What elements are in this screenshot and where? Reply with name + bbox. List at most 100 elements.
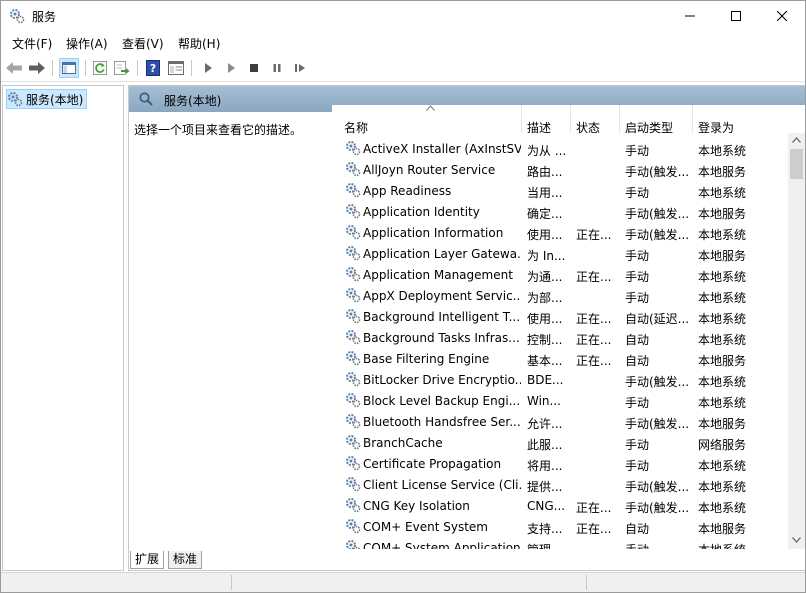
scrollbar-thumb[interactable] [790, 149, 803, 179]
service-startup-type: 自动 [625, 333, 650, 347]
stop-service-button[interactable] [244, 58, 264, 78]
services-window: 服务 文件(F) 操作(A) 查看(V) 帮助(H) ? 服务(本地) 服务(本… [0, 0, 806, 593]
arrow-left-icon [6, 62, 22, 74]
export-list-button[interactable] [112, 58, 132, 78]
service-gear-icon [345, 287, 361, 306]
menu-help[interactable]: 帮助(H) [176, 35, 222, 52]
service-row[interactable]: Background Tasks Infras... 控制... 正在... 自动 本地… [332, 327, 788, 348]
service-row[interactable]: Application Management 为通... 正在... 手动 本地系统 [332, 264, 788, 285]
service-row[interactable]: Client License Service (Cli... 提供... 手动(触发… [332, 474, 788, 495]
services-list: 名称 描述 状态 启动类型 登录为 ActiveX Installer (AxI… [332, 105, 805, 549]
status-bar [1, 572, 805, 592]
service-description-cell: 支持... [527, 522, 563, 536]
service-name: CNG Key Isolation [363, 499, 470, 513]
service-log-on-as: 本地系统 [698, 291, 747, 305]
service-startup-type: 手动 [625, 249, 650, 263]
service-row[interactable]: COM+ System Application 管理... 手动本地系统 [332, 537, 788, 549]
gears-icon [8, 92, 23, 107]
forward-button[interactable] [27, 58, 47, 78]
help-button[interactable]: ? [143, 58, 163, 78]
column-status[interactable]: 状态 [570, 105, 620, 135]
play-outline-icon [228, 63, 235, 73]
tree-node-services-local[interactable]: 服务(本地) [6, 89, 88, 109]
pause-service-button[interactable] [267, 58, 287, 78]
close-button[interactable] [759, 1, 805, 31]
service-description-cell: 为从 ... [527, 144, 567, 158]
show-console-tree-button[interactable] [59, 58, 79, 78]
scroll-up-icon[interactable] [792, 136, 801, 145]
service-row[interactable]: Application Layer Gatewa... 为 In... 手动 本地服务 [332, 243, 788, 264]
close-icon [777, 11, 787, 21]
maximize-button[interactable] [713, 1, 759, 31]
start-service-alt-button[interactable] [221, 58, 241, 78]
refresh-icon [93, 61, 107, 75]
scroll-down-icon[interactable] [792, 536, 801, 545]
service-description-cell: 允许... [527, 417, 563, 431]
service-row[interactable]: CNG Key Isolation CNG... 正在... 手动(触发... 本地系统 [332, 495, 788, 516]
help-icon: ? [146, 60, 160, 76]
service-description-cell: 此服... [527, 438, 563, 452]
column-log-on-as[interactable]: 登录为 [692, 105, 766, 135]
service-status: 正在... [576, 522, 612, 536]
service-log-on-as: 本地系统 [698, 541, 768, 549]
service-row[interactable]: Bluetooth Handsfree Ser... 允许... 手动(触发... 本… [332, 411, 788, 432]
column-startup-type[interactable]: 启动类型 [619, 105, 693, 135]
service-log-on-as: 本地系统 [698, 375, 747, 389]
service-log-on-as: 本地服务 [698, 417, 747, 431]
menu-file[interactable]: 文件(F) [10, 35, 54, 52]
start-service-button[interactable] [198, 58, 218, 78]
service-startup-type: 手动(触发... [625, 165, 690, 179]
service-name: Certificate Propagation [363, 457, 502, 471]
service-row[interactable]: Base Filtering Engine 基本... 正在... 自动 本地服务 [332, 348, 788, 369]
service-row[interactable]: Application Information 使用... 正在... 手动(触发..… [332, 222, 788, 243]
column-name[interactable]: 名称 [332, 104, 522, 135]
service-log-on-as: 本地系统 [698, 228, 747, 242]
service-gear-icon [345, 434, 361, 453]
service-name: App Readiness [363, 184, 452, 198]
minimize-button[interactable] [667, 1, 713, 31]
service-row[interactable]: BranchCache 此服... 手动 网络服务 [332, 432, 788, 453]
service-row[interactable]: Application Identity 确定... 手动(触发... 本地服务 [332, 201, 788, 222]
service-row[interactable]: AppX Deployment Servic... 为部... 手动 本地系统 [332, 285, 788, 306]
service-startup-type: 手动 [625, 396, 650, 410]
properties-button[interactable] [166, 58, 186, 78]
service-startup-type: 手动(触发... [625, 501, 690, 515]
title-bar[interactable]: 服务 [1, 1, 805, 31]
service-row[interactable]: ActiveX Installer (AxInstSV) 为从 ... 手动 本地系统 [332, 138, 788, 159]
restart-service-button[interactable] [290, 58, 310, 78]
sort-ascending-icon [426, 104, 435, 114]
menu-view[interactable]: 查看(V) [120, 35, 166, 52]
service-row[interactable]: Background Intelligent T... 使用... 正在... 自动(… [332, 306, 788, 327]
service-row[interactable]: BitLocker Drive Encryptio... BDE... 手动(触发.… [332, 369, 788, 390]
service-row[interactable]: App Readiness 当用... 手动 本地系统 [332, 180, 788, 201]
column-description[interactable]: 描述 [521, 105, 571, 135]
service-status: 正在... [576, 333, 612, 347]
service-gear-icon [345, 476, 361, 495]
service-row[interactable]: Certificate Propagation 将用... 手动 本地系统 [332, 453, 788, 474]
status-segment [1, 575, 232, 590]
service-name: Application Identity [363, 205, 480, 219]
service-description-cell: 使用... [527, 312, 563, 326]
service-gear-icon [345, 329, 361, 348]
service-log-on-as: 本地系统 [698, 396, 747, 410]
vertical-scrollbar[interactable] [788, 133, 805, 549]
service-name: BitLocker Drive Encryptio... [363, 373, 521, 387]
service-log-on-as: 本地服务 [698, 207, 747, 221]
menu-action[interactable]: 操作(A) [64, 35, 110, 52]
service-row[interactable]: COM+ Event System 支持... 正在... 自动 本地服务 [332, 516, 788, 537]
back-button[interactable] [4, 58, 24, 78]
service-name: Background Tasks Infras... [363, 331, 520, 345]
service-name: Background Intelligent T... [363, 310, 521, 324]
tab-standard[interactable]: 标准 [168, 551, 203, 569]
tab-extended[interactable]: 扩展 [130, 551, 165, 569]
service-description-cell: 为部... [527, 291, 563, 305]
export-icon [114, 61, 130, 75]
service-row[interactable]: Block Level Backup Engi... Win... 手动 本地系统 [332, 390, 788, 411]
service-gear-icon [345, 371, 361, 390]
refresh-button[interactable] [90, 58, 110, 78]
play-icon [205, 63, 212, 73]
service-gear-icon [345, 140, 361, 159]
service-row[interactable]: AllJoyn Router Service 路由... 手动(触发... 本地服务 [332, 159, 788, 180]
service-name: Bluetooth Handsfree Ser... [363, 415, 521, 429]
service-description-cell: 控制... [527, 333, 563, 347]
